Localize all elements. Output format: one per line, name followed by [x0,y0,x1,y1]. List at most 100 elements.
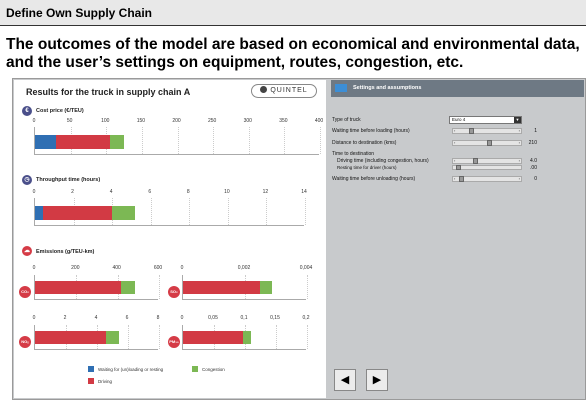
gridline [307,325,308,349]
distance-slider[interactable]: ‹ › [452,140,522,146]
tick-label: 6 [125,315,129,321]
chart-plot-area [34,198,306,226]
arrow-left-icon: ◀ [340,374,350,386]
tick-label: 600 [153,265,163,271]
next-button[interactable]: ▶ [366,369,388,391]
resting-time-value: .00 [530,165,537,171]
logo-text: QUINTEL [270,87,308,94]
gridline [150,198,152,225]
tick-label: 0 [32,189,36,195]
chart-plot-area [34,127,321,155]
pm-icon: PM₁₀ [168,336,180,348]
tick-label: 0,15 [270,315,280,321]
slider-right-arrow-icon[interactable]: › [519,129,520,133]
waiting-loading-label: Waiting time before loading (hours) [332,128,410,134]
tick-label: 2 [63,315,67,321]
bar-segment-driving [183,281,260,294]
bar-segment-driving [35,331,107,344]
slider-right-arrow-icon[interactable]: › [519,177,520,181]
nox-icon: NOₓ [19,336,31,348]
resting-time-slider[interactable] [452,165,522,170]
euro-icon: € [22,106,32,116]
bar-segment-driving [35,281,121,294]
settings-header: Settings and assumptions [331,80,584,97]
legend-driving-swatch [88,378,94,384]
slider-thumb[interactable] [459,176,464,182]
tick-label: 300 [243,118,252,124]
gridline [276,325,277,349]
tick-label: 14 [301,189,307,195]
co2-icon: CO₂ [19,286,31,298]
waiting-unloading-value: 0 [534,176,537,182]
settings-icon [335,84,347,92]
throughput-label: Throughput time (hours) [36,177,101,183]
tick-label: 200 [71,265,80,271]
arrow-right-icon: ▶ [372,374,382,386]
tick-label: 0 [32,315,36,321]
bar-segment-congestion [120,281,136,294]
tick-label: 10 [224,189,230,195]
tick-label: 4 [109,189,113,195]
legend-congestion-swatch [192,366,198,372]
tick-label: 6 [148,189,152,195]
tick-label: 350 [279,118,288,124]
bar-segment-congestion [259,281,273,294]
tick-label: 12 [262,189,269,195]
tick-label: 0,1 [240,315,248,321]
so2-icon: SO₂ [168,286,180,298]
gridline [213,127,215,154]
slider-thumb[interactable] [487,140,492,146]
quintel-logo: QUINTEL [251,84,317,98]
gridline [128,325,129,349]
bar-segment-waiting [35,206,43,220]
waiting-loading-value: 1 [534,128,537,134]
previous-button[interactable]: ◀ [334,369,356,391]
slider-left-arrow-icon[interactable]: ‹ [454,129,455,133]
waiting-loading-slider[interactable]: ‹ › [452,128,522,134]
gridline [266,198,268,225]
chart-plot-area [34,325,160,350]
tick-label: 400 [112,265,121,271]
tick-label: 0 [32,118,36,124]
slider-thumb[interactable] [473,158,478,164]
driving-time-label: Driving time (including congestion, hour… [337,158,429,164]
truck-type-label: Type of truck [332,117,361,123]
tick-label: 0,002 [237,265,251,271]
driving-time-slider[interactable]: ‹ › [452,158,522,164]
chart-plot-area [34,275,160,300]
time-to-destination-label: Time to destination [332,151,375,157]
results-panel: Results for the truck in supply chain A … [14,80,326,398]
slide-title-bar: Define Own Supply Chain [0,0,586,26]
tick-label: 0,05 [208,315,218,321]
tick-label: 150 [136,118,146,124]
waiting-unloading-slider[interactable]: ‹ › [452,176,522,182]
slider-thumb[interactable] [456,165,461,170]
slider-left-arrow-icon[interactable]: ‹ [454,159,455,163]
truck-type-value: Euro 4 [452,117,466,122]
bar-segment-congestion [106,331,119,344]
slider-right-arrow-icon[interactable]: › [519,141,520,145]
gridline [141,127,143,154]
tick-label: 0,004 [299,265,313,271]
tick-label: 2 [71,189,74,195]
truck-type-select[interactable]: Euro 4 ▼ [449,116,522,124]
legend-waiting-swatch [88,366,94,372]
bar-segment-driving [56,135,110,149]
slider-left-arrow-icon[interactable]: ‹ [454,141,455,145]
gridline [227,198,229,225]
tick-label: 4 [94,315,98,321]
bar-segment-driving [183,331,244,344]
gridline [177,127,179,154]
chevron-down-icon[interactable]: ▼ [514,117,521,123]
slider-left-arrow-icon[interactable]: ‹ [454,177,455,181]
slider-right-arrow-icon[interactable]: › [519,159,520,163]
tick-label: 8 [156,315,160,321]
slider-thumb[interactable] [469,128,474,134]
gridline [159,325,160,349]
legend-waiting-label: Waiting for (un)loading or resting [98,367,164,372]
slide-title: Define Own Supply Chain [6,6,153,20]
bar-segment-waiting [35,135,57,149]
chart-plot-area [182,325,308,350]
distance-label: Distance to destination (kms) [332,140,397,146]
results-title: Results for the truck in supply chain A [26,87,191,97]
